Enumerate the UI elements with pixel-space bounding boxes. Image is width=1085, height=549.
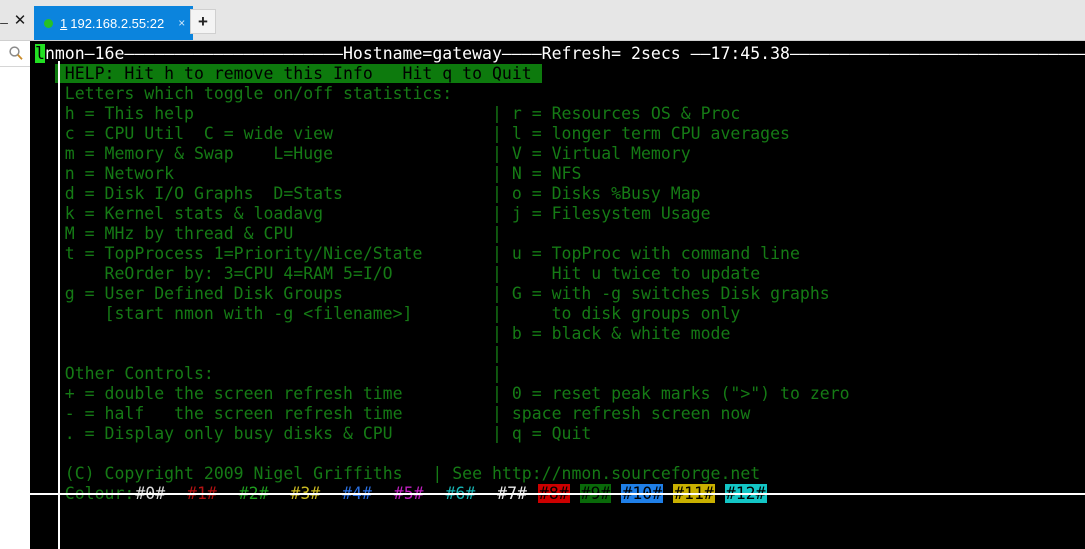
help-row-right: | l = longer term CPU averages [491,124,790,143]
help-row-right: | Hit u twice to update [491,264,761,283]
help-row-right: | [491,224,502,243]
search-icon[interactable] [8,45,24,61]
help-row-right: | 0 = reset peak marks (">") to zero [491,384,850,403]
help-row-left [35,344,492,363]
window-titlebar: – ✕ [0,0,30,41]
nmon-header-row: lnmon—16e——————————————————————Hostname=… [35,44,1085,64]
help-banner: HELP: Hit h to remove this Info Hit q to… [54,64,542,83]
help-row: h = This help | r = Resources OS & Proc [35,104,1085,124]
terminal-left-rule [58,61,60,549]
help-row-right: | r = Resources OS & Proc [491,104,741,123]
copyright-spacer [403,464,433,483]
copyright-row: (C) Copyright 2009 Nigel Griffiths | See… [35,464,1085,484]
new-tab-button[interactable]: + [190,9,216,34]
tab-close-icon[interactable]: × [178,16,185,30]
section-title-row: Letters which toggle on/off statistics: [35,84,1085,104]
minimize-button[interactable]: – [0,17,9,30]
help-row-left: m = Memory & Swap L=Huge [35,144,492,163]
close-button[interactable]: ✕ [12,13,28,29]
tab-ssh-session[interactable]: 1 192.168.2.55:22 × [34,6,194,40]
help-row: | b = black & white mode [35,324,1085,344]
terminal-screen[interactable]: lnmon—16e——————————————————————Hostname=… [30,41,1085,549]
help-row: . = Display only busy disks & CPU | q = … [35,424,1085,444]
terminal-cursor: l [35,44,45,63]
help-row: M = MHz by thread & CPU | [35,224,1085,244]
help-row-left: [start nmon with -g <filename>] [35,304,492,323]
help-row: d = Disk I/O Graphs D=Stats | o = Disks … [35,184,1085,204]
terminal-bottom-rule [30,493,1085,495]
help-rows: h = This help | r = Resources OS & Proc … [35,104,1085,444]
help-row-left: h = This help [35,104,492,123]
help-row: n = Network | N = NFS [35,164,1085,184]
help-row-left: - = half the screen refresh time [35,404,492,423]
help-row-right: | [491,344,502,363]
help-row-right: | u = TopProc with command line [491,244,800,263]
help-row: | [35,344,1085,364]
help-row-left [35,324,492,343]
help-row-left: n = Network [35,164,492,183]
help-row-left: t = TopProcess 1=Priority/Nice/State [35,244,492,263]
help-row-right: | space refresh screen now [491,404,751,423]
help-row-right: | G = with -g switches Disk graphs [491,284,830,303]
help-row-right: | V = Virtual Memory [491,144,691,163]
spacer-row [35,444,1085,464]
connection-status-dot [44,18,53,28]
help-row-right: | N = NFS [491,164,582,183]
help-row-right: | b = black & white mode [491,324,731,343]
help-row: - = half the screen refresh time | space… [35,404,1085,424]
terminal-window: – ✕ 1 192.168.2.55:22 × + lnmon—16e—————… [0,0,1085,549]
section-title: Letters which toggle on/off statistics: [54,84,453,103]
help-row: Other Controls: | [35,364,1085,384]
help-row: ReOrder by: 3=CPU 4=RAM 5=I/O | Hit u tw… [35,264,1085,284]
help-row: t = TopProcess 1=Priority/Nice/State | u… [35,244,1085,264]
help-row-right: | [491,364,502,383]
help-row-left: M = MHz by thread & CPU [35,224,492,243]
help-row: g = User Defined Disk Groups | G = with … [35,284,1085,304]
help-row-left: Other Controls: [35,364,492,383]
help-row: c = CPU Util C = wide view | l = longer … [35,124,1085,144]
help-row-right: | to disk groups only [491,304,741,323]
help-row: + = double the screen refresh time | 0 =… [35,384,1085,404]
help-row-right: | j = Filesystem Usage [491,204,711,223]
tab-strip: 1 192.168.2.55:22 × + [30,0,1085,41]
help-row: [start nmon with -g <filename>] | to dis… [35,304,1085,324]
tab-number: 1 [60,15,68,31]
window-chrome-left: – ✕ [0,0,30,549]
tab-title: 192.168.2.55:22 [70,15,165,31]
help-row-left: + = double the screen refresh time [35,384,492,403]
help-row: k = Kernel stats & loadavg | j = Filesys… [35,204,1085,224]
help-row-left: k = Kernel stats & loadavg [35,204,492,223]
help-row-left: . = Display only busy disks & CPU [35,424,492,443]
help-banner-row: HELP: Hit h to remove this Info Hit q to… [35,64,1085,84]
copyright-right: | See http://nmon.sourceforge.net [432,464,761,483]
help-row-left: c = CPU Util C = wide view [35,124,492,143]
help-row-right: | o = Disks %Busy Map [491,184,701,203]
help-row-right: | q = Quit [491,424,592,443]
copyright-left: (C) Copyright 2009 Nigel Griffiths [54,464,403,483]
nmon-header-text: nmon—16e——————————————————————Hostname=g… [44,44,1085,63]
help-row-left: ReOrder by: 3=CPU 4=RAM 5=I/O [35,264,492,283]
help-row-left: d = Disk I/O Graphs D=Stats [35,184,492,203]
help-row-left: g = User Defined Disk Groups [35,284,492,303]
help-row: m = Memory & Swap L=Huge | V = Virtual M… [35,144,1085,164]
